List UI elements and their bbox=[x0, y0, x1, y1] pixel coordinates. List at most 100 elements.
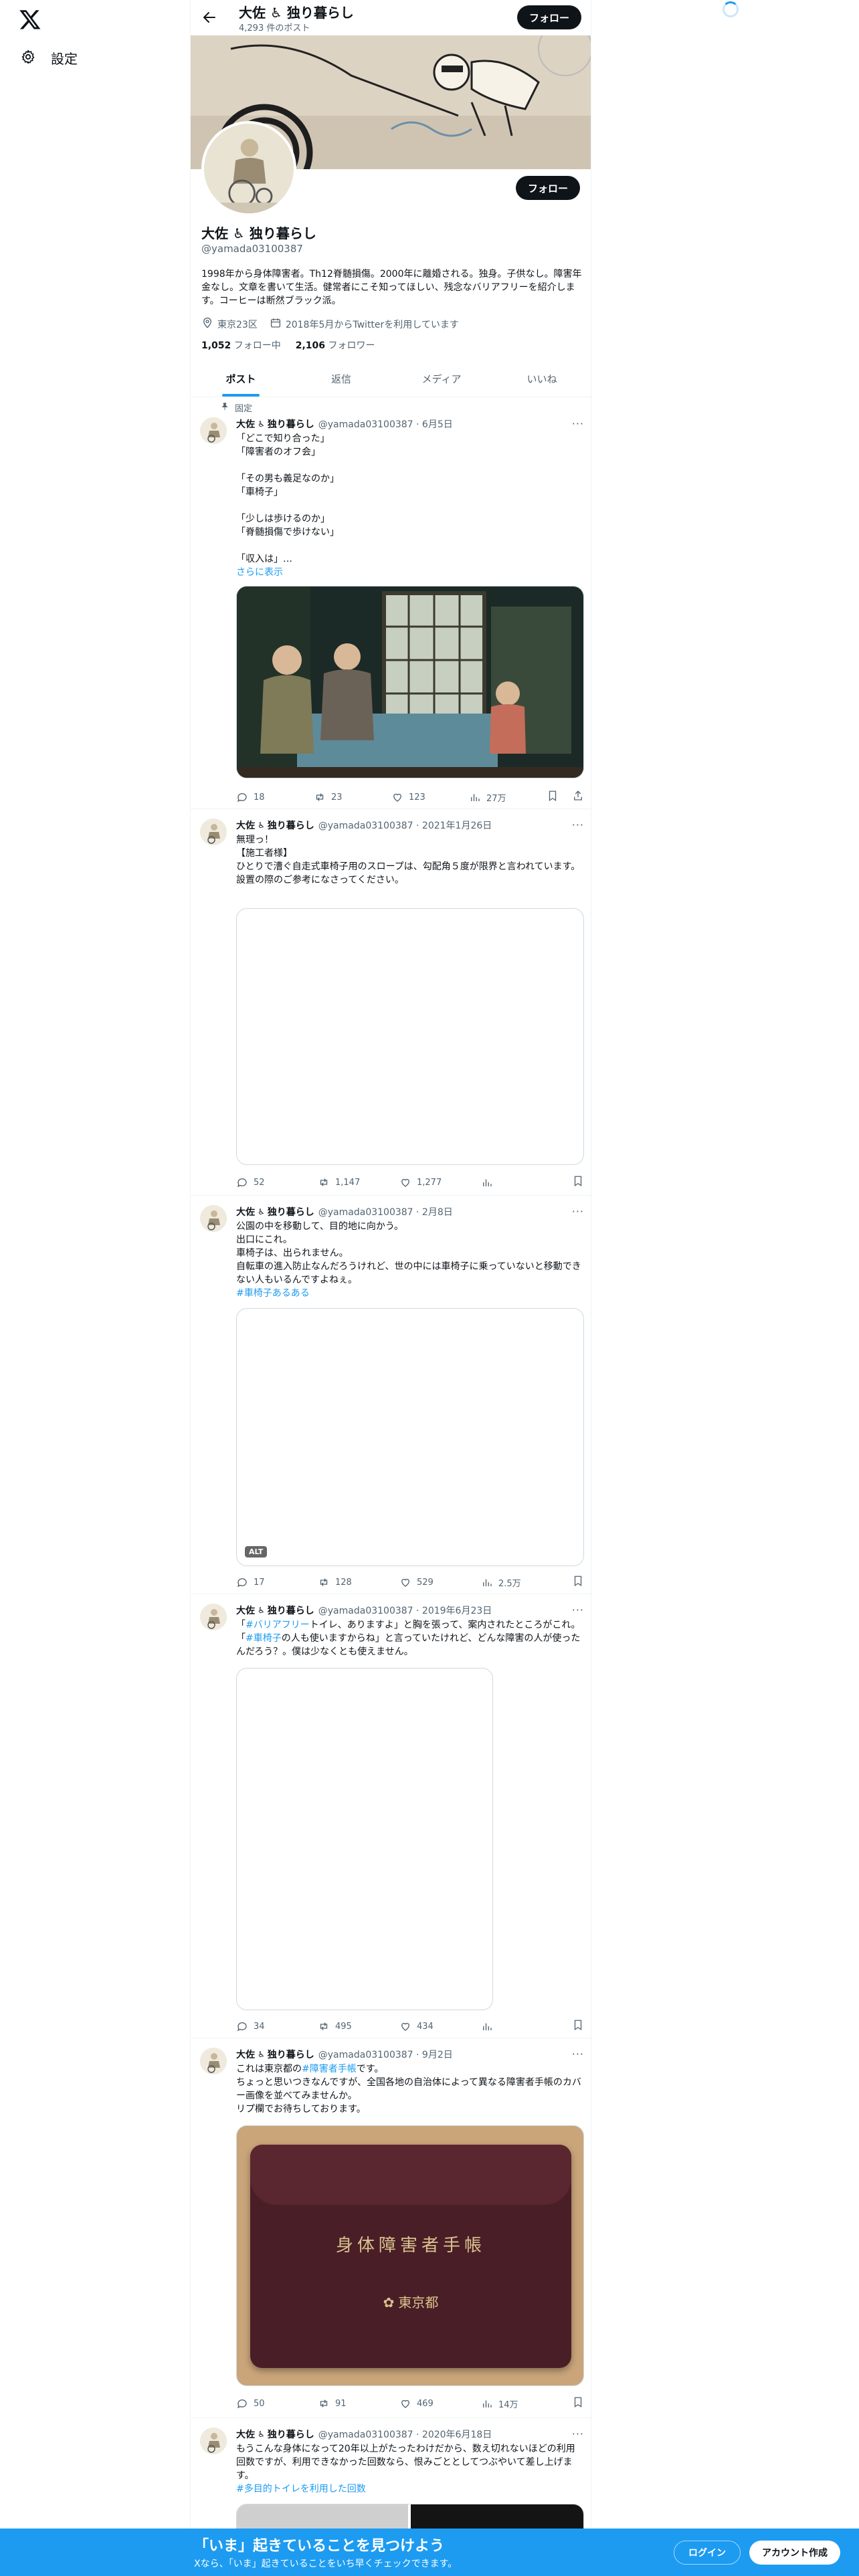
post-image[interactable] bbox=[236, 1668, 493, 2010]
profile-avatar[interactable] bbox=[201, 121, 296, 216]
handle-date[interactable]: @yamada03100387 · 9月2日 bbox=[318, 2048, 453, 2061]
reply-button[interactable]: 17 bbox=[236, 1576, 318, 1588]
hashtag-link[interactable]: #障害者手帳 bbox=[302, 2064, 357, 2074]
more-icon[interactable]: ··· bbox=[572, 1205, 584, 1218]
handle-date[interactable]: @yamada03100387 · 2021年1月26日 bbox=[318, 819, 492, 832]
post-actions: 50 91 469 14万 bbox=[236, 2397, 584, 2410]
post-image[interactable] bbox=[236, 586, 584, 778]
share-icon[interactable] bbox=[572, 790, 584, 804]
bookmark-icon[interactable] bbox=[547, 790, 559, 804]
post[interactable]: 大佐 ♿ 独り暮らし @yamada03100387 · 2月8日 ··· 公園… bbox=[191, 1196, 591, 1594]
hashtag-link[interactable]: #車椅子 bbox=[246, 1633, 282, 1644]
profile-follow-button[interactable]: フォロー bbox=[516, 176, 580, 200]
post-text: 「どこで知り合った」 「障害者のオフ会」 「その男も義足なのか」 「車椅子」 「… bbox=[236, 433, 339, 564]
author-name[interactable]: 大佐 bbox=[236, 819, 255, 832]
tab-media[interactable]: メディア bbox=[391, 361, 492, 397]
post[interactable]: 大佐 ♿ 独り暮らし @yamada03100387 · 2019年6月23日 … bbox=[191, 1594, 591, 2038]
reply-button[interactable]: 18 bbox=[236, 791, 314, 803]
post-actions: 52 1,147 1,277 bbox=[236, 1176, 584, 1189]
back-arrow-icon[interactable] bbox=[201, 9, 217, 25]
profile-joined: 2018年5月からTwitterを利用しています bbox=[285, 320, 459, 330]
bookmark-icon[interactable] bbox=[572, 2396, 584, 2411]
profile-header-bar: 大佐 ♿ 独り暮らし 4,293 件のポスト フォロー bbox=[191, 0, 591, 35]
views-button[interactable] bbox=[481, 2020, 563, 2032]
handle-date[interactable]: @yamada03100387 · 2019年6月23日 bbox=[318, 1604, 492, 1617]
header-follow-button[interactable]: フォロー bbox=[517, 5, 581, 29]
calendar-icon bbox=[270, 317, 282, 332]
wheelchair-icon: ♿ bbox=[258, 2050, 265, 2059]
post-pinned[interactable]: 固定 大佐 ♿ 独り暮らし @yamada03100387 · 6月5日 ···… bbox=[191, 397, 591, 809]
post-image[interactable]: 身体障害者手帳 ✿ 東京都 bbox=[236, 2125, 584, 2386]
reply-button[interactable]: 50 bbox=[236, 2397, 318, 2409]
author-name[interactable]: 大佐 bbox=[236, 417, 255, 431]
following-link[interactable]: 1,052 フォロー中 bbox=[201, 338, 281, 352]
avatar[interactable] bbox=[200, 2428, 227, 2454]
bookmark-icon[interactable] bbox=[572, 2019, 584, 2034]
more-icon[interactable]: ··· bbox=[572, 819, 584, 831]
author-name[interactable]: 大佐 bbox=[236, 1604, 255, 1617]
like-button[interactable]: 469 bbox=[399, 2397, 481, 2409]
hashtag-link[interactable]: #バリアフリー bbox=[246, 1620, 310, 1630]
more-icon[interactable]: ··· bbox=[572, 1604, 584, 1616]
author-name[interactable]: 大佐 bbox=[236, 1205, 255, 1218]
post[interactable]: 大佐 ♿ 独り暮らし @yamada03100387 · 2021年1月26日 … bbox=[191, 809, 591, 1196]
tokyo-emblem-icon: ✿ bbox=[383, 2294, 395, 2311]
repost-button[interactable]: 23 bbox=[314, 791, 391, 803]
hashtag-link[interactable]: #多目的トイレを利用した回数 bbox=[236, 2482, 584, 2496]
views-button[interactable]: 27万 bbox=[469, 791, 547, 804]
author-name[interactable]: 大佐 bbox=[236, 2048, 255, 2061]
reply-button[interactable]: 34 bbox=[236, 2020, 318, 2032]
post-text: 公園の中を移動して、目的地に向かう。 出口にこれ。 車椅子は、出られません。 自… bbox=[236, 1221, 581, 1285]
post-header: 大佐 ♿ 独り暮らし @yamada03100387 · 2月8日 ··· bbox=[236, 1205, 584, 1218]
avatar[interactable] bbox=[200, 2048, 227, 2074]
main-column: 大佐 ♿ 独り暮らし 4,293 件のポスト フォロー フォロー 大佐 ♿ 独り… bbox=[190, 0, 591, 2576]
avatar[interactable] bbox=[200, 819, 227, 845]
profile-follow-stats: 1,052 フォロー中 2,106 フォロワー bbox=[201, 338, 375, 352]
signup-button[interactable]: アカウント作成 bbox=[749, 2541, 840, 2565]
handle-date[interactable]: @yamada03100387 · 2020年6月18日 bbox=[318, 2428, 492, 2441]
views-button[interactable]: 14万 bbox=[481, 2397, 563, 2410]
bookmark-icon[interactable] bbox=[572, 1575, 584, 1590]
alt-badge[interactable]: ALT bbox=[245, 1546, 268, 1558]
repost-button[interactable]: 1,147 bbox=[318, 1176, 399, 1188]
like-button[interactable]: 434 bbox=[399, 2020, 481, 2032]
handbook-issuer: ✿ 東京都 bbox=[383, 2294, 439, 2311]
views-button[interactable] bbox=[481, 1176, 563, 1188]
hashtag-link[interactable]: #車椅子あるある bbox=[236, 1287, 584, 1300]
show-more-link[interactable]: さらに表示 bbox=[236, 566, 584, 579]
post-text: 無理っ！ 【施工者様】 ひとりで漕ぐ自走式車椅子用のスロープは、勾配角５度が限界… bbox=[236, 835, 581, 885]
settings-link[interactable]: 設定 bbox=[20, 48, 78, 68]
post[interactable]: 大佐 ♿ 独り暮らし @yamada03100387 · 9月2日 ··· これ… bbox=[191, 2038, 591, 2418]
post-actions: 18 23 123 27万 bbox=[236, 790, 584, 804]
more-icon[interactable]: ··· bbox=[572, 2428, 584, 2440]
bookmark-icon[interactable] bbox=[572, 1175, 584, 1190]
tab-likes[interactable]: いいね bbox=[492, 361, 591, 397]
avatar[interactable] bbox=[200, 1604, 227, 1630]
like-button[interactable]: 123 bbox=[391, 791, 469, 803]
x-logo-icon[interactable] bbox=[19, 8, 41, 31]
repost-button[interactable]: 128 bbox=[318, 1576, 399, 1588]
profile-tabs: ポスト 返信 メディア いいね bbox=[191, 361, 591, 397]
tab-replies[interactable]: 返信 bbox=[291, 361, 391, 397]
login-button[interactable]: ログイン bbox=[674, 2541, 741, 2565]
repost-button[interactable]: 91 bbox=[318, 2397, 399, 2409]
more-icon[interactable]: ··· bbox=[572, 2048, 584, 2060]
prompt-title: 「いま」起きていることを見つけよう bbox=[194, 2538, 445, 2555]
repost-button[interactable]: 495 bbox=[318, 2020, 399, 2032]
views-button[interactable]: 2.5万 bbox=[481, 1576, 563, 1589]
like-button[interactable]: 529 bbox=[399, 1576, 481, 1588]
reply-button[interactable]: 52 bbox=[236, 1176, 318, 1188]
handle-date[interactable]: @yamada03100387 · 6月5日 bbox=[318, 417, 453, 431]
tab-posts[interactable]: ポスト bbox=[191, 361, 291, 397]
author-name[interactable]: 大佐 bbox=[236, 2428, 255, 2441]
post-text: 「#バリアフリートイレ、ありますよ」と胸を張って、案内されたところがこれ。「#車… bbox=[236, 1620, 581, 1657]
post-image[interactable]: ALT bbox=[236, 1308, 584, 1566]
post-image[interactable] bbox=[236, 908, 584, 1165]
more-icon[interactable]: ··· bbox=[572, 417, 584, 430]
like-button[interactable]: 1,277 bbox=[399, 1176, 481, 1188]
post-text: もうこんな身体になって20年以上がたったわけだから、数え切れないほどの利用回数で… bbox=[236, 2444, 575, 2481]
avatar[interactable] bbox=[200, 417, 227, 444]
handle-date[interactable]: @yamada03100387 · 2月8日 bbox=[318, 1205, 453, 1218]
followers-link[interactable]: 2,106 フォロワー bbox=[296, 338, 375, 352]
avatar[interactable] bbox=[200, 1205, 227, 1232]
